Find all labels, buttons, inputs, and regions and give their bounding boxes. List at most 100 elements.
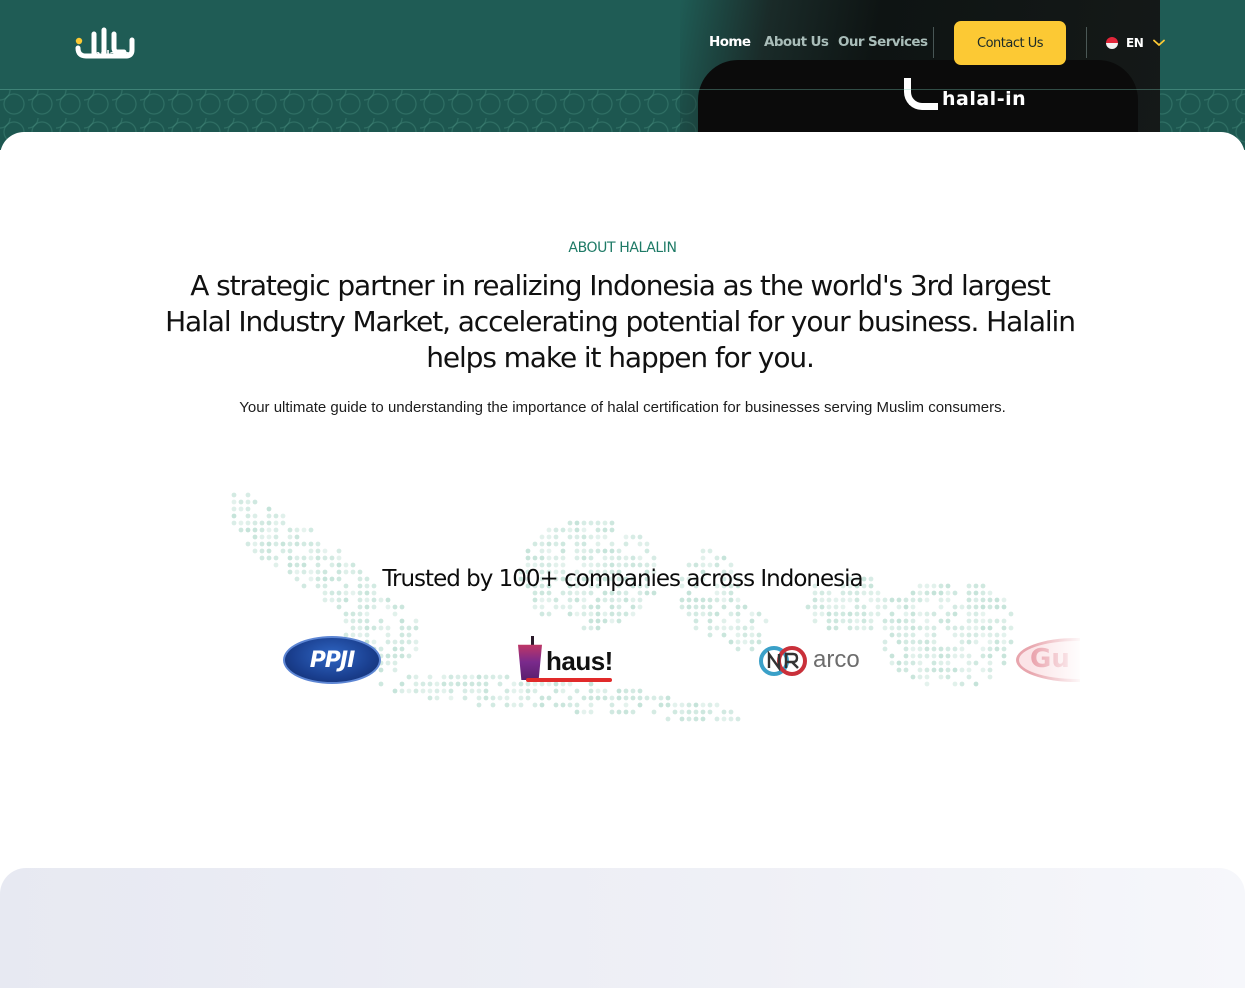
contact-us-button[interactable]: Contact Us — [954, 21, 1066, 65]
map-dot — [259, 520, 265, 526]
map-dot — [630, 688, 636, 694]
map-dot — [616, 597, 622, 603]
map-dot — [532, 604, 538, 610]
map-dot — [315, 541, 321, 547]
map-dot — [427, 695, 433, 701]
map-dot — [371, 625, 377, 631]
map-dot — [609, 604, 615, 610]
map-dot — [903, 625, 909, 631]
map-dot — [840, 611, 846, 617]
map-dot — [623, 597, 629, 603]
map-dot — [553, 702, 559, 708]
map-dot — [476, 695, 482, 701]
map-dot — [987, 625, 993, 631]
language-selector[interactable]: EN — [1106, 35, 1166, 51]
map-dot — [875, 604, 881, 610]
map-dot — [938, 667, 944, 673]
map-dot — [567, 611, 573, 617]
map-dot — [427, 681, 433, 687]
logo-wordmark: halal-in — [94, 50, 132, 60]
map-dot — [462, 674, 468, 680]
map-dot — [574, 541, 580, 547]
map-dot — [518, 688, 524, 694]
map-dot — [931, 639, 937, 645]
map-dot — [588, 548, 594, 554]
map-dot — [273, 534, 279, 540]
map-dot — [623, 534, 629, 540]
map-dot — [819, 604, 825, 610]
nav-our-services[interactable]: Our Services — [838, 34, 928, 50]
map-dot — [511, 702, 517, 708]
map-dot — [840, 604, 846, 610]
map-dot — [938, 674, 944, 680]
map-dot — [721, 597, 727, 603]
map-dot — [560, 548, 566, 554]
map-dot — [245, 499, 251, 505]
nav-home[interactable]: Home — [709, 34, 751, 50]
map-dot — [742, 625, 748, 631]
map-dot — [714, 702, 720, 708]
nav-about-us[interactable]: About Us — [764, 34, 829, 50]
map-dot — [574, 527, 580, 533]
map-dot — [546, 541, 552, 547]
map-dot — [945, 653, 951, 659]
map-dot — [553, 597, 559, 603]
map-dot — [707, 597, 713, 603]
map-dot — [707, 604, 713, 610]
trusted-title: Trusted by 100+ companies across Indones… — [382, 566, 863, 592]
map-dot — [378, 646, 384, 652]
map-dot — [378, 618, 384, 624]
map-dot — [553, 604, 559, 610]
map-dot — [483, 695, 489, 701]
map-dot — [476, 674, 482, 680]
map-dot — [637, 555, 643, 561]
map-dot — [721, 709, 727, 715]
about-headline: A strategic partner in realizing Indones… — [165, 269, 1076, 374]
map-dot — [623, 555, 629, 561]
map-dot — [980, 597, 986, 603]
map-dot — [728, 611, 734, 617]
haus-underline — [526, 678, 612, 682]
map-dot — [833, 604, 839, 610]
map-dot — [434, 688, 440, 694]
map-dot — [511, 688, 517, 694]
map-dot — [336, 597, 342, 603]
map-dot — [616, 618, 622, 624]
map-dot — [994, 646, 1000, 652]
map-dot — [602, 688, 608, 694]
map-dot — [952, 667, 958, 673]
map-dot — [693, 625, 699, 631]
map-dot — [385, 639, 391, 645]
map-dot — [903, 660, 909, 666]
map-dot — [1001, 639, 1007, 645]
map-dot — [973, 639, 979, 645]
map-dot — [602, 611, 608, 617]
map-dot — [665, 702, 671, 708]
map-dot — [910, 660, 916, 666]
map-dot — [574, 520, 580, 526]
map-dot — [637, 597, 643, 603]
map-dot — [574, 611, 580, 617]
map-dot — [938, 660, 944, 666]
map-dot — [441, 681, 447, 687]
map-dot — [581, 695, 587, 701]
map-dot — [238, 520, 244, 526]
map-dot — [966, 674, 972, 680]
map-dot — [1001, 604, 1007, 610]
map-dot — [609, 611, 615, 617]
map-dot — [252, 541, 258, 547]
map-dot — [966, 660, 972, 666]
map-dot — [497, 674, 503, 680]
haus-cup-icon — [518, 644, 542, 680]
map-dot — [504, 702, 510, 708]
map-dot — [455, 681, 461, 687]
map-dot — [532, 555, 538, 561]
map-dot — [413, 625, 419, 631]
map-dot — [252, 499, 258, 505]
map-dot — [602, 695, 608, 701]
map-dot — [392, 688, 398, 694]
map-dot — [560, 527, 566, 533]
map-dot — [350, 618, 356, 624]
map-dot — [1008, 625, 1014, 631]
map-dot — [483, 688, 489, 694]
